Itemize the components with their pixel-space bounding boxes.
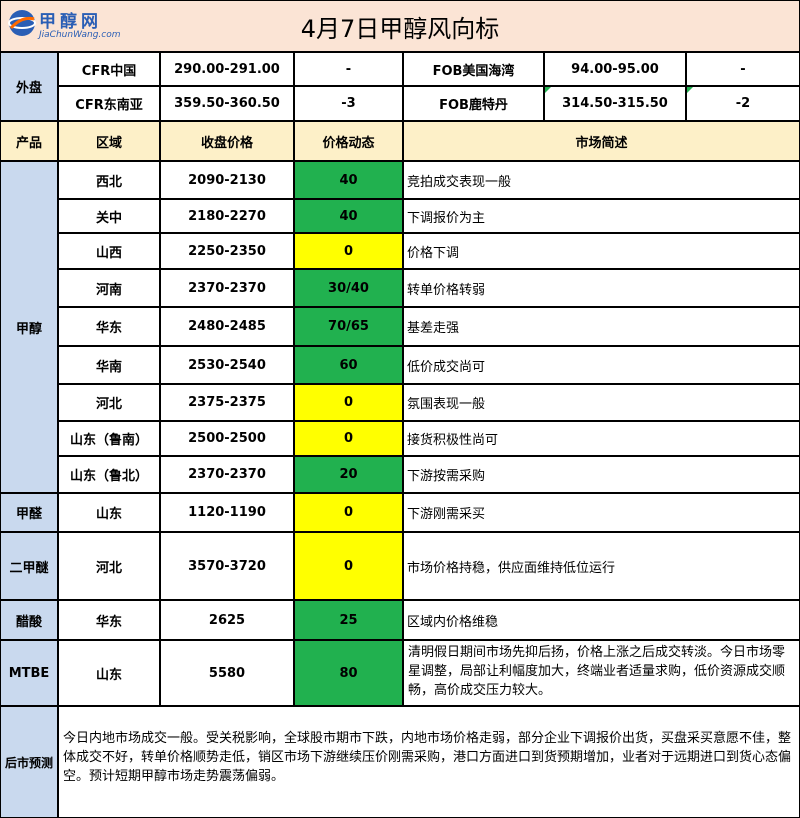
description-cell: 接货积极性尚可	[403, 421, 800, 456]
product-label: 甲醇	[0, 161, 58, 493]
region-cell: 关中	[58, 199, 160, 233]
region-cell: 华东	[58, 307, 160, 346]
change-cell: 40	[294, 199, 403, 233]
description-cell: 下游刚需采买	[403, 493, 800, 532]
region-cell: 山东（鲁南）	[58, 421, 160, 456]
change-cell: 0	[294, 384, 403, 421]
region-cell: 山东	[58, 493, 160, 532]
external-c2-cell: -2	[686, 86, 800, 121]
change-cell: 40	[294, 161, 403, 199]
logo-chinese-text: 甲醇网	[39, 12, 102, 32]
external-c2-cell: -	[686, 52, 800, 86]
globe-icon	[8, 10, 36, 36]
change-cell: 20	[294, 456, 403, 493]
external-m1-cell: CFR东南亚	[58, 86, 160, 121]
header-region: 区域	[58, 121, 160, 161]
price-cell: 1120-1190	[160, 493, 294, 532]
change-cell: 30/40	[294, 269, 403, 307]
price-cell: 2625	[160, 600, 294, 640]
methanol-weathervane-sheet: 甲醇网 JiaChunWang.com 4月7日甲醇风向标 外盘 CFR中国 290…	[0, 0, 800, 818]
description-cell: 竞拍成交表现一般	[403, 161, 800, 199]
header-price: 收盘价格	[160, 121, 294, 161]
forecast-label: 后市预测	[0, 706, 58, 818]
description-cell: 低价成交尚可	[403, 346, 800, 384]
description-cell: 下游按需采购	[403, 456, 800, 493]
price-cell: 2480-2485	[160, 307, 294, 346]
product-label: 二甲醚	[0, 532, 58, 600]
cell-comment-marker	[545, 87, 551, 93]
price-cell: 2370-2370	[160, 269, 294, 307]
change-cell: 70/65	[294, 307, 403, 346]
header-desc: 市场简述	[403, 121, 800, 161]
product-label: 醋酸	[0, 600, 58, 640]
header-product: 产品	[0, 121, 58, 161]
region-cell: 华东	[58, 600, 160, 640]
external-m1-cell: CFR中国	[58, 52, 160, 86]
change-cell: 80	[294, 640, 403, 706]
external-m2-cell: FOB鹿特丹	[403, 86, 544, 121]
forecast-text: 今日内地市场成交一般。受关税影响，全球股市期市下跌，内地市场价格走弱，部分企业下…	[58, 706, 800, 818]
description-cell: 价格下调	[403, 233, 800, 269]
region-cell: 西北	[58, 161, 160, 199]
region-cell: 华南	[58, 346, 160, 384]
external-c1-cell: -3	[294, 86, 403, 121]
page-title: 4月7日甲醇风向标	[300, 14, 500, 43]
description-cell: 清明假日期间市场先抑后扬，价格上涨之后成交转淡。今日市场零星调整，局部让利幅度加…	[403, 640, 800, 706]
price-cell: 2530-2540	[160, 346, 294, 384]
change-cell: 0	[294, 421, 403, 456]
region-cell: 河北	[58, 532, 160, 600]
price-cell: 2180-2270	[160, 199, 294, 233]
change-cell: 0	[294, 532, 403, 600]
region-cell: 河北	[58, 384, 160, 421]
description-cell: 基差走强	[403, 307, 800, 346]
change-cell: 0	[294, 233, 403, 269]
title-bar: 甲醇网 JiaChunWang.com 4月7日甲醇风向标	[0, 0, 800, 52]
region-cell: 山东	[58, 640, 160, 706]
region-cell: 河南	[58, 269, 160, 307]
price-cell: 2250-2350	[160, 233, 294, 269]
external-market-label: 外盘	[0, 52, 58, 121]
logo-english-text: JiaChunWang.com	[39, 30, 121, 40]
description-cell: 下调报价为主	[403, 199, 800, 233]
description-cell: 市场价格持稳，供应面维持低位运行	[403, 532, 800, 600]
price-cell: 2500-2500	[160, 421, 294, 456]
change-cell: 25	[294, 600, 403, 640]
description-cell: 区域内价格维稳	[403, 600, 800, 640]
external-m2-cell: FOB美国海湾	[403, 52, 544, 86]
header-change: 价格动态	[294, 121, 403, 161]
change-cell: 0	[294, 493, 403, 532]
external-p1-cell: 290.00-291.00	[160, 52, 294, 86]
product-label: 甲醛	[0, 493, 58, 532]
description-cell: 氛围表现一般	[403, 384, 800, 421]
external-c1-cell: -	[294, 52, 403, 86]
external-p2-cell: 314.50-315.50	[544, 86, 686, 121]
price-cell: 3570-3720	[160, 532, 294, 600]
product-label: MTBE	[0, 640, 58, 706]
logo: 甲醇网 JiaChunWang.com	[5, 5, 121, 47]
change-cell: 60	[294, 346, 403, 384]
price-cell: 2090-2130	[160, 161, 294, 199]
price-cell: 5580	[160, 640, 294, 706]
external-p1-cell: 359.50-360.50	[160, 86, 294, 121]
external-p2-cell: 94.00-95.00	[544, 52, 686, 86]
description-cell: 转单价格转弱	[403, 269, 800, 307]
cell-comment-marker	[687, 87, 693, 93]
region-cell: 山西	[58, 233, 160, 269]
region-cell: 山东（鲁北）	[58, 456, 160, 493]
price-cell: 2375-2375	[160, 384, 294, 421]
price-cell: 2370-2370	[160, 456, 294, 493]
